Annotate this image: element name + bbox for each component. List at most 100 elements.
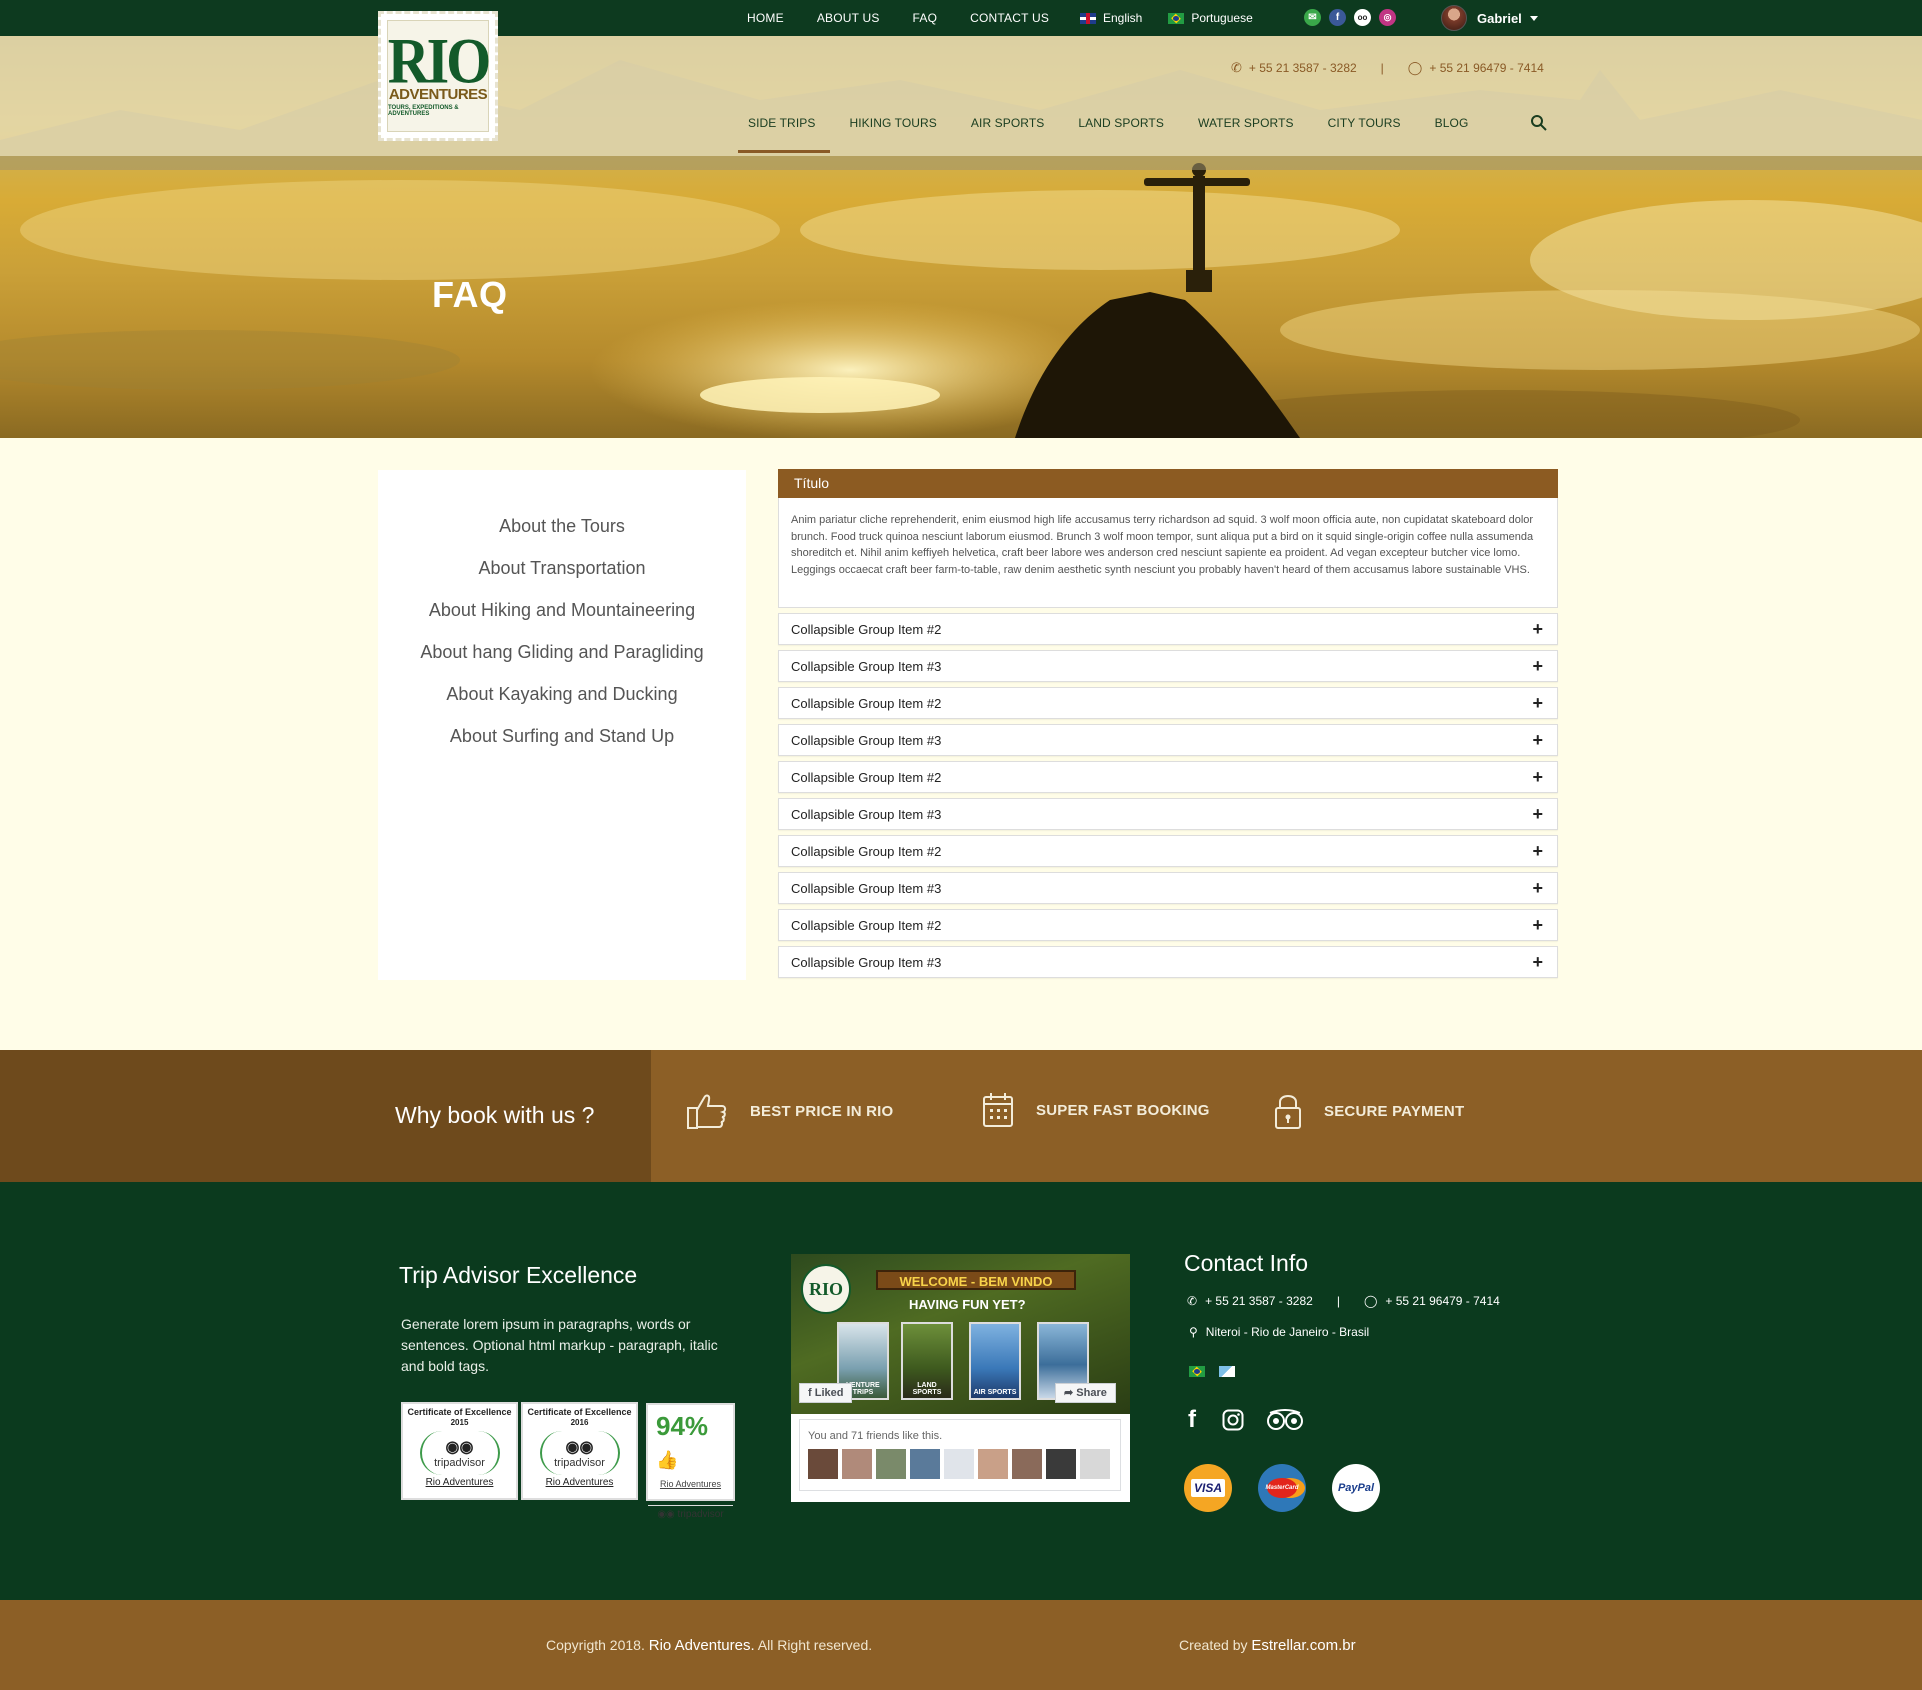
nav-hiking-tours[interactable]: HIKING TOURS <box>849 116 936 130</box>
social-links: ✉ f oo ◎ <box>1304 9 1404 26</box>
faq-item-label: Collapsible Group Item #3 <box>791 732 942 748</box>
why-secure-payment: SECURE PAYMENT <box>1274 1092 1464 1130</box>
contact-phone[interactable]: + 55 21 3587 - 3282 <box>1205 1294 1313 1308</box>
sidebar-item-kayaking[interactable]: About Kayaking and Ducking <box>378 673 746 715</box>
faq-collapsible-item[interactable]: Collapsible Group Item #2 + <box>778 835 1558 867</box>
instagram-icon[interactable] <box>1222 1409 1244 1431</box>
cert-link[interactable]: Rio Adventures <box>403 1477 516 1488</box>
plus-icon[interactable]: + <box>1532 768 1543 786</box>
facebook-icon[interactable]: f <box>1188 1406 1196 1434</box>
faq-collapsible-item[interactable]: Collapsible Group Item #3 + <box>778 650 1558 682</box>
avatar[interactable] <box>1080 1449 1110 1479</box>
faq-collapsible-item[interactable]: Collapsible Group Item #3 + <box>778 872 1558 904</box>
search-icon[interactable] <box>1530 114 1548 132</box>
copyright-brand[interactable]: Rio Adventures. <box>649 1637 755 1654</box>
avatar[interactable] <box>1012 1449 1042 1479</box>
avatar <box>1441 5 1467 31</box>
avatar[interactable] <box>1046 1449 1076 1479</box>
faq-collapsible-item[interactable]: Collapsible Group Item #2 + <box>778 613 1558 645</box>
sidebar-item-transportation[interactable]: About Transportation <box>378 547 746 589</box>
contact-title: Contact Info <box>1184 1250 1309 1276</box>
calendar-icon <box>983 1093 1013 1127</box>
header-whatsapp[interactable]: + 55 21 96479 - 7414 <box>1429 61 1543 75</box>
facebook-share-button[interactable]: ➦ Share <box>1055 1383 1116 1403</box>
language-english-label: English <box>1103 11 1143 25</box>
faq-collapsible-item[interactable]: Collapsible Group Item #3 + <box>778 946 1558 978</box>
plus-icon[interactable]: + <box>1532 953 1543 971</box>
nav-contact-us-link[interactable]: CONTACT US <box>970 11 1049 25</box>
plus-icon[interactable]: + <box>1532 916 1543 934</box>
site-logo[interactable]: RIO ADVENTURES TOURS, EXPEDITIONS & ADVE… <box>378 11 498 141</box>
contact-separator: | <box>1336 1294 1340 1308</box>
facebook-icon[interactable]: f <box>1329 9 1346 26</box>
why-best-price: BEST PRICE IN RIO <box>686 1092 893 1130</box>
plus-icon[interactable]: + <box>1532 694 1543 712</box>
certificate-2016[interactable]: Certificate of Excellence 2016 ◉◉ tripad… <box>521 1402 638 1500</box>
nav-air-sports[interactable]: AIR SPORTS <box>971 116 1044 130</box>
sidebar-item-tours[interactable]: About the Tours <box>378 505 746 547</box>
faq-collapsible-item[interactable]: Collapsible Group Item #2 + <box>778 761 1558 793</box>
tripadvisor-icon[interactable]: oo <box>1354 9 1371 26</box>
plus-icon[interactable]: + <box>1532 879 1543 897</box>
footer-flags <box>1189 1366 1242 1377</box>
liked-label: Liked <box>814 1387 844 1399</box>
nav-blog[interactable]: BLOG <box>1435 116 1469 130</box>
email-icon[interactable]: ✉ <box>1304 9 1321 26</box>
avatar[interactable] <box>978 1449 1008 1479</box>
contact-whatsapp[interactable]: + 55 21 96479 - 7414 <box>1385 1294 1499 1308</box>
nav-land-sports[interactable]: LAND SPORTS <box>1078 116 1164 130</box>
copyright-rights: All Right reserved. <box>757 1637 873 1653</box>
nav-side-trips[interactable]: SIDE TRIPS <box>737 116 832 153</box>
sidebar-item-hiking[interactable]: About Hiking and Mountaineering <box>378 589 746 631</box>
brazil-flag-icon <box>1168 12 1185 24</box>
score-brand: tripadvisor <box>677 1509 724 1520</box>
nav-home-link[interactable]: HOME <box>747 11 784 25</box>
avatar[interactable] <box>944 1449 974 1479</box>
cert-link[interactable]: Rio Adventures <box>523 1477 636 1488</box>
language-portuguese-label: Portuguese <box>1191 11 1253 25</box>
created-by-link[interactable]: Estrellar.com.br <box>1251 1637 1355 1654</box>
certificate-2015[interactable]: Certificate of Excellence 2015 ◉◉ tripad… <box>401 1402 518 1500</box>
language-english[interactable]: English <box>1080 11 1142 25</box>
nav-faq-link[interactable]: FAQ <box>913 11 938 25</box>
facebook-logo: RIO <box>801 1264 851 1314</box>
brazil-flag-icon[interactable] <box>1189 1366 1205 1377</box>
footer-socials: f <box>1188 1406 1304 1434</box>
avatar[interactable] <box>876 1449 906 1479</box>
faq-collapsible-item[interactable]: Collapsible Group Item #2 + <box>778 909 1558 941</box>
facebook-likes-text: You and 71 friends like this. <box>808 1430 943 1442</box>
nav-city-tours[interactable]: CITY TOURS <box>1328 116 1401 130</box>
faq-collapsible-item[interactable]: Collapsible Group Item #2 + <box>778 687 1558 719</box>
nav-about-us-link[interactable]: ABOUT US <box>817 11 880 25</box>
faq-collapsible-item[interactable]: Collapsible Group Item #3 + <box>778 798 1558 830</box>
nav-water-sports[interactable]: WATER SPORTS <box>1198 116 1294 130</box>
user-menu[interactable]: Gabriel <box>1441 5 1538 31</box>
instagram-icon[interactable]: ◎ <box>1379 9 1396 26</box>
why-best-price-label: BEST PRICE IN RIO <box>750 1102 894 1120</box>
contact-phones: ✆ + 55 21 3587 - 3282 | ◯ + 55 21 96479 … <box>1187 1294 1500 1308</box>
tripadvisor-icon[interactable] <box>1266 1409 1304 1431</box>
tripadvisor-score-badge[interactable]: 94% 👍 Rio Adventures ◉◉ tripadvisor <box>646 1403 735 1520</box>
rio-flag-icon[interactable] <box>1219 1366 1235 1377</box>
tripadvisor-owl-icon: ◉◉ <box>565 1439 594 1456</box>
language-portuguese[interactable]: Portuguese <box>1168 11 1253 25</box>
avatar[interactable] <box>808 1449 838 1479</box>
sidebar-item-hang-gliding[interactable]: About hang Gliding and Paragliding <box>378 631 746 673</box>
faq-collapsible-item[interactable]: Collapsible Group Item #3 + <box>778 724 1558 756</box>
plus-icon[interactable]: + <box>1532 731 1543 749</box>
faq-item-label: Collapsible Group Item #3 <box>791 880 942 896</box>
plus-icon[interactable]: + <box>1532 657 1543 675</box>
plus-icon[interactable]: + <box>1532 842 1543 860</box>
header-phone[interactable]: + 55 21 3587 - 3282 <box>1249 61 1357 75</box>
faq-open-header[interactable]: Título <box>778 469 1558 498</box>
plus-icon[interactable]: + <box>1532 620 1543 638</box>
sidebar-item-surfing[interactable]: About Surfing and Stand Up <box>378 715 746 757</box>
phone-icon: ✆ <box>1187 1294 1198 1308</box>
pic-label: AIR SPORTS <box>973 1389 1017 1396</box>
plus-icon[interactable]: + <box>1532 805 1543 823</box>
language-switcher: English Portuguese <box>1080 0 1279 36</box>
avatar[interactable] <box>842 1449 872 1479</box>
facebook-liked-button[interactable]: f Liked <box>799 1383 853 1403</box>
avatar[interactable] <box>910 1449 940 1479</box>
score-link[interactable]: Rio Adventures <box>648 1479 733 1489</box>
